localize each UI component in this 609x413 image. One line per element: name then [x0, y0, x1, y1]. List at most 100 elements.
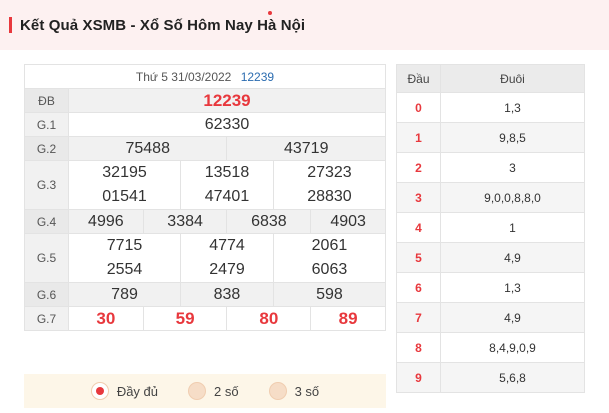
prize-number: 27323 28830: [272, 160, 387, 210]
prize-label: G.2: [24, 136, 69, 161]
prize-number-line: 28830: [307, 188, 352, 205]
loto-row: 0 1,3: [396, 92, 585, 123]
prize-number: 4903: [310, 209, 386, 234]
loto-tail-header: Đuôi: [440, 64, 585, 93]
prize-number: 838: [180, 282, 274, 307]
prize-number-line: 47401: [204, 188, 250, 205]
draw-date: Thứ 5 31/03/2022: [135, 69, 232, 84]
prize-number-line: 2479: [209, 261, 245, 278]
loto-row: 5 4,9: [396, 242, 585, 273]
option-full-label: Đầy đủ: [116, 383, 159, 399]
loto-row: 9 5,6,8: [396, 362, 585, 393]
prize-row: G.4 4996 3384 6838 4903: [24, 209, 386, 234]
prize-row: G.7 30 59 80 89: [24, 306, 386, 331]
loto-head: 3: [396, 182, 441, 213]
results-table: Thứ 5 31/03/2022 12239 ĐB 12239 G.1 62330 G.…: [24, 64, 387, 331]
prize-number: 59: [142, 306, 228, 331]
radio-2-digits[interactable]: [188, 382, 207, 400]
loto-head: 2: [396, 152, 441, 183]
header-accent-bar: [9, 17, 12, 33]
prize-number-line: 2554: [106, 261, 143, 278]
prize-number: 7715 2554: [67, 233, 182, 283]
draw-code[interactable]: 12239: [241, 70, 274, 84]
radio-3-digits[interactable]: [268, 382, 287, 400]
loto-head: 4: [396, 212, 441, 243]
loto-tail: 9,8,5: [440, 122, 585, 153]
loto-row: 7 4,9: [396, 302, 585, 333]
loto-head: 7: [396, 302, 441, 333]
prize-number-line: 27323: [307, 164, 352, 181]
loto-table: Đầu Đuôi 0 1,3 1 9,8,5 2 3 3 9,0,0,8,8,0 4 1 5 4,9 6…: [396, 64, 585, 393]
prize-number-line: 6063: [311, 261, 348, 278]
prize-number-line: 4774: [209, 237, 245, 254]
prize-label: G.7: [24, 306, 69, 331]
prize-row: G.1 62330: [24, 112, 386, 137]
prize-number-line: 2061: [311, 237, 348, 254]
loto-tail: 4,9: [440, 302, 585, 333]
option-2-digits[interactable]: 2 số: [188, 382, 239, 400]
prize-number: 598: [272, 282, 387, 307]
prize-label: G.1: [24, 112, 69, 137]
prize-number: 62330: [68, 112, 386, 137]
loto-tail: 4,9: [440, 242, 585, 273]
prize-number: 6838: [226, 209, 312, 234]
loto-tail: 9,0,0,8,8,0: [440, 182, 585, 213]
prize-label: G.5: [24, 233, 69, 283]
display-options: Đầy đủ 2 số 3 số: [24, 374, 386, 408]
prize-row: G.3 32195 01541 13518 47401 27323 28830: [24, 160, 387, 210]
loto-head: 0: [396, 92, 441, 123]
prize-number: 789: [67, 282, 182, 307]
loto-tail: 1,3: [440, 272, 585, 303]
loto-head: 6: [396, 272, 441, 303]
prize-number: 4996: [68, 209, 144, 234]
prize-row: G.2 75488 43719: [24, 136, 386, 161]
prize-row: ĐB 12239: [24, 88, 386, 113]
page-header: Kết Quả XSMB - Xổ Số Hôm Nay Hà Nội: [0, 0, 609, 50]
loto-head: 5: [396, 242, 441, 273]
prize-label: G.4: [24, 209, 69, 234]
option-full[interactable]: Đầy đủ: [90, 382, 159, 400]
loto-head: 1: [396, 122, 441, 153]
loto-row: 1 9,8,5: [396, 122, 585, 153]
radio-full[interactable]: [90, 382, 109, 400]
prize-label: ĐB: [24, 88, 69, 113]
prize-number: 3384: [142, 209, 228, 234]
prize-row: G.5 7715 2554 4774 2479 2061 6063: [24, 233, 387, 283]
loto-tail: 1,3: [440, 92, 585, 123]
prize-number: 75488: [67, 136, 228, 161]
prize-row: G.6 789 838 598: [24, 282, 387, 307]
prize-number: 13518 47401: [180, 160, 274, 210]
page-title: Kết Quả XSMB - Xổ Số Hôm Nay Hà Nội: [20, 16, 306, 34]
prize-number: 89: [310, 306, 386, 331]
prize-number: 2061 6063: [272, 233, 387, 283]
loto-head: 9: [396, 362, 441, 393]
prize-number: 43719: [226, 136, 386, 161]
loto-tail: 1: [440, 212, 585, 243]
prize-number: 4774 2479: [180, 233, 274, 283]
prize-number-line: 01541: [102, 188, 147, 205]
prize-number: 32195 01541: [67, 160, 182, 210]
prize-number-line: 32195: [102, 164, 147, 181]
loto-head-header: Đầu: [396, 64, 441, 93]
loto-row: 3 9,0,0,8,8,0: [396, 182, 585, 213]
loto-row: 8 8,4,9,0,9: [396, 332, 585, 363]
loto-row: 23: [396, 152, 585, 183]
loto-row: 6 1,3: [396, 272, 585, 303]
results-header-row: Thứ 5 31/03/2022 12239: [24, 64, 386, 89]
prize-number-line: 7715: [106, 237, 143, 254]
prize-number: 30: [68, 306, 144, 331]
option-3-digits-label: 3 số: [294, 383, 320, 399]
loto-tail: 5,6,8: [440, 362, 585, 393]
loto-head: 8: [396, 332, 441, 363]
marker-dot: [268, 11, 272, 15]
loto-tail: 8,4,9,0,9: [440, 332, 585, 363]
prize-number: 80: [226, 306, 312, 331]
option-2-digits-label: 2 số: [214, 383, 239, 399]
prize-label: G.3: [24, 160, 69, 210]
loto-tail: 3: [440, 152, 585, 183]
option-3-digits[interactable]: 3 số: [268, 382, 320, 400]
prize-label: G.6: [24, 282, 69, 307]
loto-row: 41: [396, 212, 585, 243]
prize-number: 12239: [68, 88, 386, 113]
prize-number-line: 13518: [204, 164, 250, 181]
